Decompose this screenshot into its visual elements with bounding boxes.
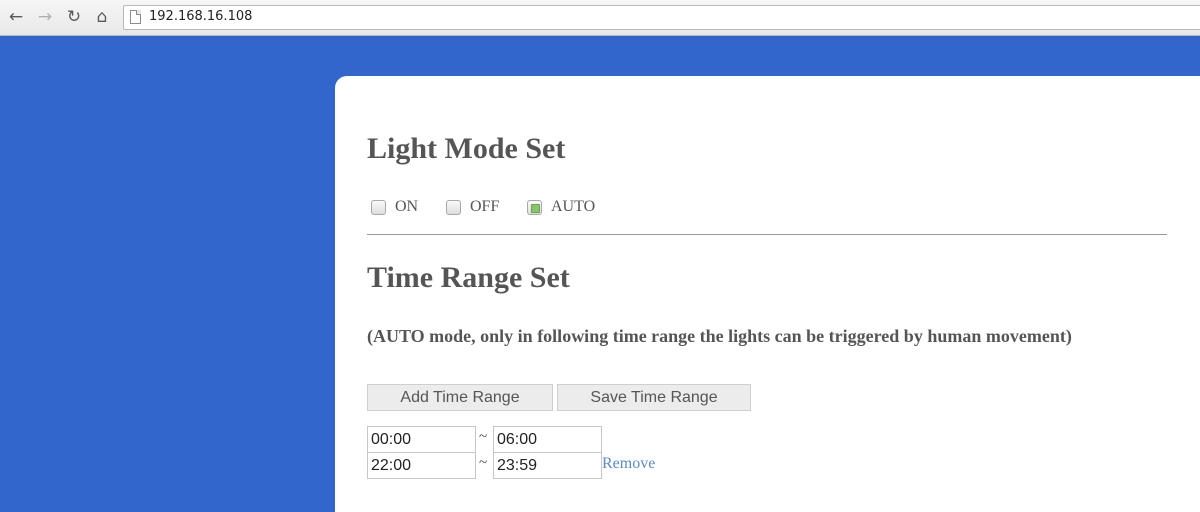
address-bar[interactable]: 192.168.16.108	[123, 5, 1200, 30]
light-mode-title: Light Mode Set	[367, 132, 566, 165]
time-range-title: Time Range Set	[367, 261, 570, 294]
range-2-end-input[interactable]: 23:59	[493, 452, 602, 479]
settings-card: Light Mode Set ON OFF AUTO Time Range Se…	[335, 76, 1200, 512]
range-1-end-input[interactable]: 06:00	[493, 426, 602, 453]
back-arrow-icon[interactable]: ←	[6, 7, 26, 27]
mode-option-off[interactable]: OFF	[446, 198, 499, 216]
time-range-description: (AUTO mode, only in following time range…	[367, 326, 1072, 346]
browser-toolbar: ← → ↻ ⌂ 192.168.16.108	[0, 0, 1200, 36]
auto-label: AUTO	[551, 198, 596, 215]
off-checkbox[interactable]	[446, 199, 461, 215]
home-icon[interactable]: ⌂	[92, 7, 112, 27]
save-time-range-button[interactable]: Save Time Range	[557, 384, 751, 411]
range-1-start-input[interactable]: 00:00	[367, 426, 476, 453]
mode-option-on[interactable]: ON	[371, 198, 418, 216]
add-time-range-button[interactable]: Add Time Range	[367, 384, 553, 411]
range-2-separator: ~	[479, 455, 488, 471]
remove-range-2-link[interactable]: Remove	[602, 455, 655, 473]
on-label: ON	[395, 198, 419, 215]
range-1-separator: ~	[479, 429, 488, 445]
mode-option-auto[interactable]: AUTO	[527, 198, 595, 216]
auto-checkbox[interactable]	[527, 199, 542, 215]
on-checkbox[interactable]	[371, 199, 386, 215]
forward-arrow-icon[interactable]: →	[35, 7, 55, 27]
range-2-start-input[interactable]: 22:00	[367, 452, 476, 479]
off-label: OFF	[470, 198, 500, 215]
reload-icon[interactable]: ↻	[64, 7, 84, 27]
section-divider	[367, 234, 1167, 235]
url-text[interactable]: 192.168.16.108	[149, 9, 252, 24]
page-icon	[130, 10, 141, 24]
